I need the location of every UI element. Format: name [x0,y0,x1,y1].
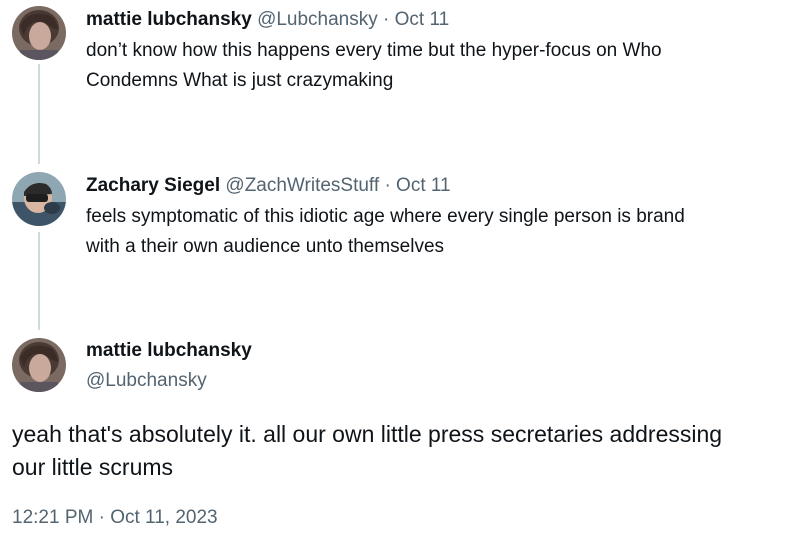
tweet-header: mattie lubchansky @Lubchansky · Oct 11 [86,8,449,32]
tweet-text-line: our little scrums [12,454,174,480]
tweet-text-line: feels symptomatic of this idiotic age wh… [86,206,685,227]
avatar[interactable] [12,338,66,392]
author-name[interactable]: mattie lubchansky [86,9,252,30]
tweet-text-line: don’t know how this happens every time b… [86,40,662,61]
tweet-date[interactable]: Oct 11 [396,175,451,196]
tweet-date[interactable]: Oct 11 [395,9,450,30]
thread-connector-line [38,64,40,164]
tweet-text-line: with a their own audience unto themselve… [86,236,445,257]
tweet-header: Zachary Siegel @ZachWritesStuff · Oct 11 [86,174,451,198]
tweet-text: feels symptomatic of this idiotic age wh… [86,202,786,262]
tweet-text: don’t know how this happens every time b… [86,36,786,96]
tweet-text-line: Condemns What is just crazymaking [86,70,394,91]
avatar[interactable] [12,6,66,60]
author-name[interactable]: mattie lubchansky [86,339,252,363]
tweet-text-line: yeah that's absolutely it. all our own l… [12,421,723,447]
author-name[interactable]: Zachary Siegel [86,175,220,196]
separator-dot: · [383,9,390,30]
thread-connector-line [38,232,40,330]
author-handle[interactable]: @Lubchansky [257,9,378,30]
tweet-timestamp[interactable]: 12:21 PM · Oct 11, 2023 [12,506,218,530]
avatar[interactable] [12,172,66,226]
author-handle[interactable]: @Lubchansky [86,369,207,393]
separator-dot: · [384,175,391,196]
author-handle[interactable]: @ZachWritesStuff [225,175,379,196]
tweet-text: yeah that's absolutely it. all our own l… [12,418,792,484]
